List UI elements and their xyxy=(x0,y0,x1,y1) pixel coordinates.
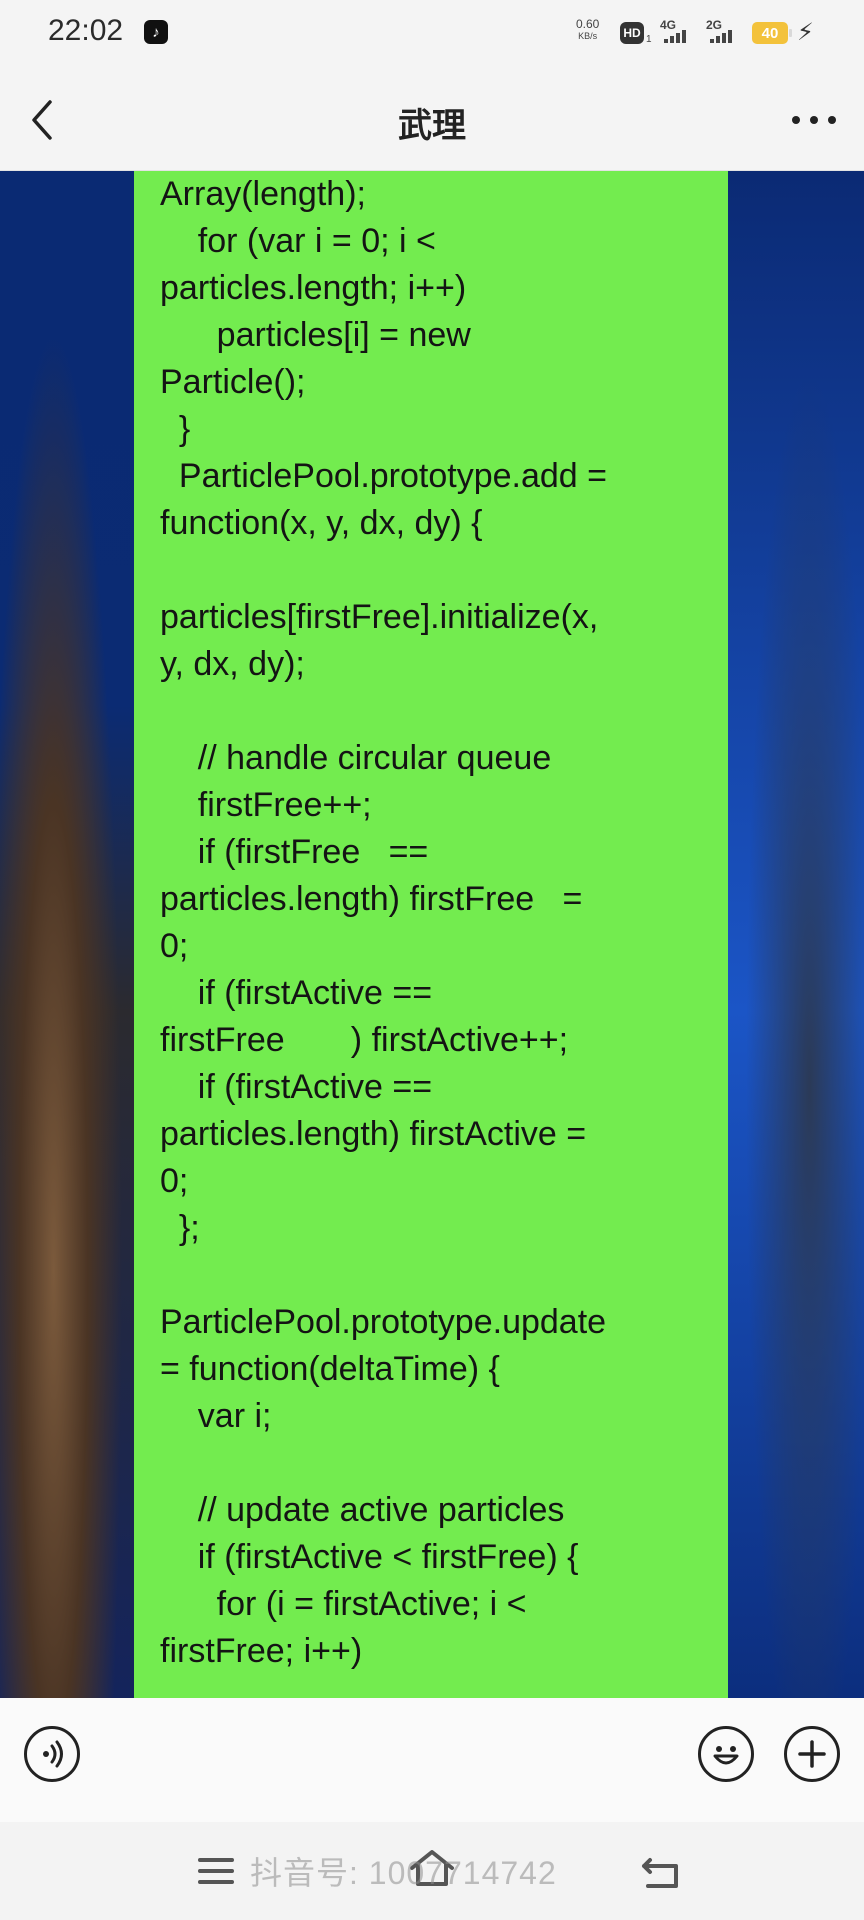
background-photo-right xyxy=(728,171,864,1698)
return-button[interactable] xyxy=(640,1854,682,1895)
status-time: 22:02 xyxy=(48,14,124,47)
battery-icon: 40 xyxy=(752,22,792,44)
background-photo-left xyxy=(0,171,134,1698)
image-message[interactable]: Array(length); for (var i = 0; i < partic… xyxy=(0,171,864,1698)
input-bar xyxy=(0,1698,864,1822)
code-line: function(x, y, dx, dy) { xyxy=(160,504,483,542)
more-button[interactable] xyxy=(782,102,846,138)
code-line: y, dx, dy); xyxy=(160,645,305,683)
code-line: // update active particles xyxy=(160,1491,565,1529)
code-line: if (firstFree == xyxy=(160,833,429,871)
code-line: // handle circular queue xyxy=(160,739,552,777)
charging-icon: ⚡ xyxy=(797,19,814,46)
network-speed: 0.60 KB/s xyxy=(576,18,599,42)
code-line: if (firstActive == xyxy=(160,974,433,1012)
code-line: }; xyxy=(160,1209,200,1247)
code-panel: Array(length); for (var i = 0; i < partic… xyxy=(134,171,728,1698)
chat-header: 武理 xyxy=(0,66,864,171)
code-line: 0; xyxy=(160,927,189,965)
tiktok-notification-icon: ♪ xyxy=(144,20,168,44)
code-line: 0; xyxy=(160,1162,189,1200)
code-line: = function(deltaTime) { xyxy=(160,1350,500,1388)
code-line: Particle(); xyxy=(160,363,306,401)
network-speed-unit: KB/s xyxy=(578,31,598,41)
code-line: for (var i = 0; i < xyxy=(160,222,436,260)
code-line: ParticlePool.prototype.add = xyxy=(160,457,607,495)
code-line: firstFree; i++) xyxy=(160,1632,363,1670)
add-button[interactable] xyxy=(784,1726,840,1782)
code-line: firstFree ) firstActive++; xyxy=(160,1021,569,1059)
chat-title: 武理 xyxy=(398,107,466,145)
code-line: ParticlePool.prototype.update xyxy=(160,1303,607,1341)
douyin-watermark: 抖音号: 1007714742 xyxy=(250,1855,557,1891)
emoji-icon xyxy=(713,1746,739,1765)
more-dots-icon xyxy=(792,116,836,124)
menu-button[interactable] xyxy=(196,1854,236,1893)
network-speed-value: 0.60 xyxy=(576,17,600,31)
status-bar: 22:02 ♪ 0.60 KB/s HD 1 4G 2G 40 ⚡ xyxy=(0,0,864,66)
code-line: Array(length); xyxy=(160,175,366,213)
menu-icon xyxy=(198,1858,234,1884)
code-line: particles.length; i++) xyxy=(160,269,467,307)
code-line: if (firstActive < firstFree) { xyxy=(160,1538,579,1576)
code-line: particles[i] = new xyxy=(160,316,471,354)
code-line: particles[firstFree].initialize(x, xyxy=(160,598,599,636)
voice-button[interactable] xyxy=(24,1726,80,1782)
code-line: particles.length) firstActive = xyxy=(160,1115,587,1153)
hd-voice-icon: HD xyxy=(620,22,644,44)
hd-sim-index: 1 xyxy=(646,34,652,45)
code-line: particles.length) firstFree = xyxy=(160,880,583,918)
code-line: if (firstActive == xyxy=(160,1068,433,1106)
code-block: Array(length); for (var i = 0; i < partic… xyxy=(160,171,720,1675)
code-line: var i; xyxy=(160,1397,272,1435)
plus-icon xyxy=(798,1740,826,1768)
emoji-button[interactable] xyxy=(698,1726,754,1782)
code-line: for (i = firstActive; i < xyxy=(160,1585,527,1623)
code-line: firstFree++; xyxy=(160,786,372,824)
return-icon xyxy=(642,1858,678,1888)
voice-icon xyxy=(43,1740,63,1768)
code-line: } xyxy=(160,410,191,448)
